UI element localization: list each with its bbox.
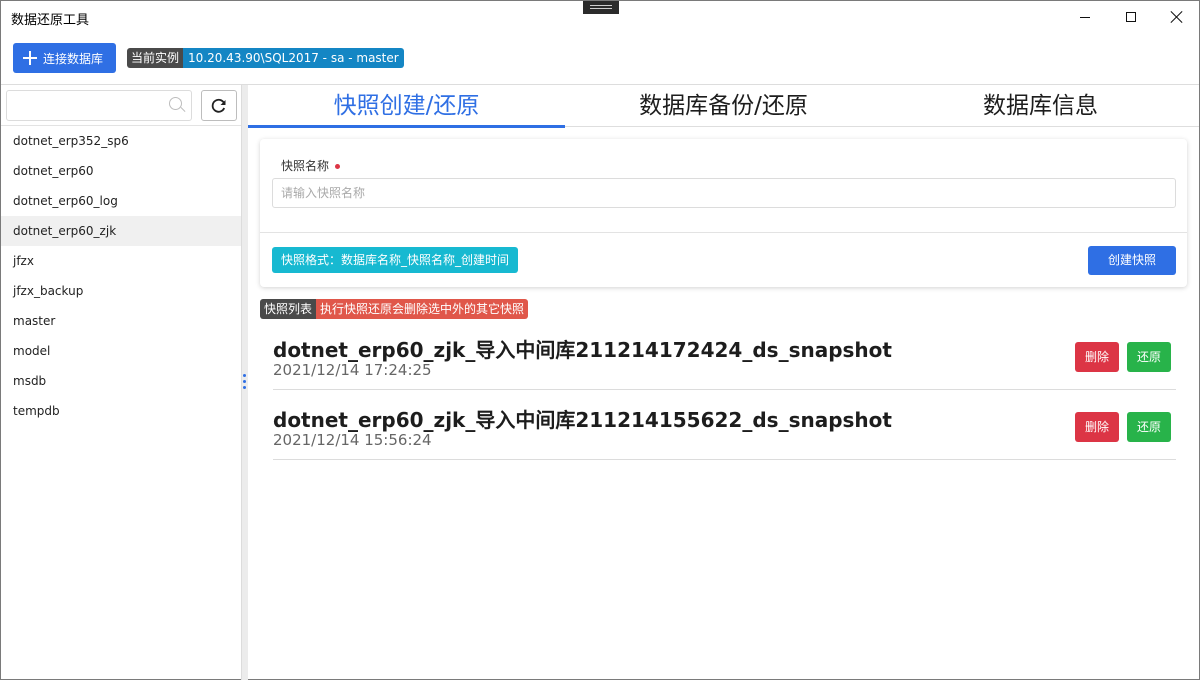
database-search-box[interactable] — [6, 90, 192, 121]
instance-value: 10.20.43.90\SQL2017 - sa - master — [183, 48, 404, 68]
minimize-button[interactable] — [1062, 1, 1108, 33]
delete-snapshot-button[interactable]: 删除 — [1075, 342, 1119, 372]
snapshot-name-label: 快照名称 — [281, 157, 341, 174]
required-indicator — [335, 164, 341, 169]
search-icon[interactable] — [169, 97, 186, 113]
tab-database-info[interactable]: 数据库信息 — [882, 85, 1199, 127]
snapshot-name-label-text: 快照名称 — [281, 159, 330, 173]
create-snapshot-button[interactable]: 创建快照 — [1088, 246, 1176, 275]
database-item[interactable]: jfzx_backup — [1, 276, 241, 306]
close-button[interactable] — [1154, 1, 1200, 33]
snapshot-form-card: 快照名称 快照格式：数据库名称_快照名称_创建时间 创建快照 — [260, 139, 1187, 287]
close-icon — [1171, 11, 1183, 23]
database-item[interactable]: model — [1, 336, 241, 366]
current-instance-badge: 当前实例 10.20.43.90\SQL2017 - sa - master — [127, 48, 404, 68]
tab-bar: 快照创建/还原 数据库备份/还原 数据库信息 — [248, 85, 1199, 128]
snapshot-row: dotnet_erp60_zjk_导入中间库211214172424_ds_sn… — [273, 334, 1176, 390]
maximize-icon — [1126, 12, 1136, 22]
window-title: 数据还原工具 — [11, 13, 90, 28]
snapshot-restore-warning: 执行快照还原会删除选中外的其它快照 — [316, 299, 529, 319]
snapshot-name: dotnet_erp60_zjk_导入中间库211214155622_ds_sn… — [273, 408, 892, 432]
snapshot-time: 2021/12/14 17:24:25 — [273, 361, 432, 379]
snapshot-name-input[interactable] — [272, 178, 1176, 208]
connect-database-button[interactable]: 连接数据库 — [13, 43, 116, 73]
database-item[interactable]: tempdb — [1, 396, 241, 426]
database-item[interactable]: jfzx — [1, 246, 241, 276]
tab-snapshot[interactable]: 快照创建/还原 — [248, 85, 565, 128]
title-bar[interactable]: 数据还原工具 — [1, 1, 1199, 33]
database-item[interactable]: msdb — [1, 366, 241, 396]
instance-label: 当前实例 — [127, 48, 184, 68]
refresh-button[interactable] — [201, 90, 237, 121]
app-window: 数据还原工具 连接数据库 当前实例 10.20.43.90\SQL2017 - … — [0, 0, 1200, 680]
database-sidebar: dotnet_erp352_sp6 dotnet_erp60 dotnet_er… — [1, 85, 242, 680]
database-item[interactable]: dotnet_erp60_log — [1, 186, 241, 216]
drag-handle-icon[interactable] — [583, 1, 619, 14]
main-panel: 快照创建/还原 数据库备份/还原 数据库信息 快照名称 快照格式：数据库名称_快… — [248, 85, 1199, 680]
restore-snapshot-button[interactable]: 还原 — [1127, 412, 1171, 442]
splitter-grip-icon — [243, 374, 247, 392]
refresh-icon — [211, 98, 226, 113]
connect-button-label: 连接数据库 — [43, 51, 104, 66]
minimize-icon — [1080, 16, 1090, 18]
snapshot-row: dotnet_erp60_zjk_导入中间库211214155622_ds_sn… — [273, 404, 1176, 460]
database-item[interactable]: dotnet_erp352_sp6 — [1, 126, 241, 156]
database-item[interactable]: dotnet_erp60 — [1, 156, 241, 186]
restore-snapshot-button[interactable]: 还原 — [1127, 342, 1171, 372]
snapshot-list-label: 快照列表 — [260, 299, 317, 319]
card-divider — [260, 232, 1187, 233]
database-item-selected[interactable]: dotnet_erp60_zjk — [1, 216, 241, 246]
snapshot-time: 2021/12/14 15:56:24 — [273, 431, 432, 449]
delete-snapshot-button[interactable]: 删除 — [1075, 412, 1119, 442]
maximize-button[interactable] — [1108, 1, 1154, 33]
plus-icon — [23, 51, 37, 65]
database-list: dotnet_erp352_sp6 dotnet_erp60 dotnet_er… — [1, 126, 241, 426]
database-item[interactable]: master — [1, 306, 241, 336]
snapshot-list-badge: 快照列表 执行快照还原会删除选中外的其它快照 — [260, 299, 529, 319]
snapshot-name: dotnet_erp60_zjk_导入中间库211214172424_ds_sn… — [273, 338, 892, 362]
tab-backup[interactable]: 数据库备份/还原 — [565, 85, 882, 127]
snapshot-format-hint: 快照格式：数据库名称_快照名称_创建时间 — [272, 247, 519, 273]
